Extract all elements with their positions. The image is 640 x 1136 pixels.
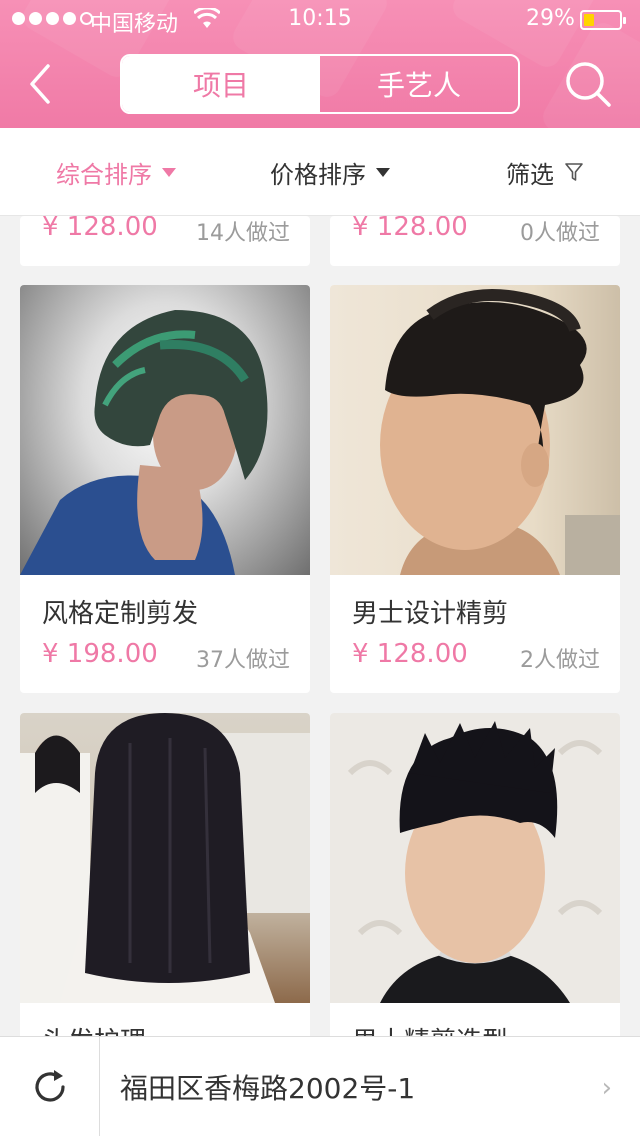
product-count: 2人做过 <box>520 648 600 673</box>
caret-down-icon <box>376 167 390 177</box>
sort-price-label: 价格排序 <box>270 160 366 189</box>
product-photo <box>330 285 620 575</box>
hairstyle-image <box>347 721 603 1003</box>
product-card[interactable]: ¥ 128.00 14人做过 <box>20 216 310 266</box>
back-button[interactable] <box>18 56 66 112</box>
filter-icon <box>565 163 583 181</box>
product-price: ¥ 128.00 <box>352 216 468 242</box>
filter-label: 筛选 <box>506 160 554 189</box>
product-price: ¥ 128.00 <box>42 216 158 242</box>
search-icon <box>566 62 611 107</box>
product-card[interactable]: ¥ 128.00 0人做过 <box>330 216 620 266</box>
sort-price[interactable]: 价格排序 <box>270 128 390 216</box>
sort-comprehensive-label: 综合排序 <box>56 160 152 189</box>
product-price: ¥ 198.00 <box>42 639 158 669</box>
segmented-tabs: 项目 手艺人 <box>120 54 520 114</box>
product-photo <box>20 713 310 1003</box>
sort-bar: 综合排序 价格排序 筛选 <box>0 128 640 216</box>
location-address: 福田区香梅路2002号-1 <box>120 1072 416 1105</box>
chevron-left-icon <box>30 64 50 104</box>
filter-button[interactable]: 筛选 <box>506 128 584 216</box>
product-photo <box>20 285 310 575</box>
app-header: 中国移动 10:15 29% 项目 手艺人 <box>0 0 640 128</box>
hairstyle-image <box>380 289 620 575</box>
tab-artisans[interactable]: 手艺人 <box>320 56 518 112</box>
product-count: 0人做过 <box>520 221 600 246</box>
product-count: 14人做过 <box>196 221 290 246</box>
tab-projects[interactable]: 项目 <box>122 56 320 112</box>
refresh-icon <box>34 1070 65 1102</box>
product-count: 37人做过 <box>196 648 290 673</box>
product-card[interactable]: 男士设计精剪 ¥ 128.00 2人做过 <box>330 285 620 693</box>
product-card[interactable]: 风格定制剪发 ¥ 198.00 37人做过 <box>20 285 310 693</box>
chevron-right-icon: › <box>601 1073 612 1103</box>
product-price: ¥ 128.00 <box>352 639 468 669</box>
caret-down-icon <box>162 167 176 177</box>
sort-comprehensive[interactable]: 综合排序 <box>56 128 176 216</box>
battery-icon <box>580 10 626 30</box>
product-title: 风格定制剪发 <box>42 599 199 629</box>
product-photo <box>330 713 620 1003</box>
battery-fill <box>584 14 594 26</box>
location-bar[interactable]: 福田区香梅路2002号-1 › <box>0 1036 640 1136</box>
product-title: 男士设计精剪 <box>352 599 509 629</box>
search-button[interactable] <box>560 58 616 112</box>
status-bar: 中国移动 10:15 29% <box>0 0 640 40</box>
battery-percent: 29% <box>526 6 575 31</box>
hairstyle-image <box>20 310 268 575</box>
refresh-button[interactable] <box>0 1037 100 1136</box>
hairstyle-image <box>20 713 310 1003</box>
